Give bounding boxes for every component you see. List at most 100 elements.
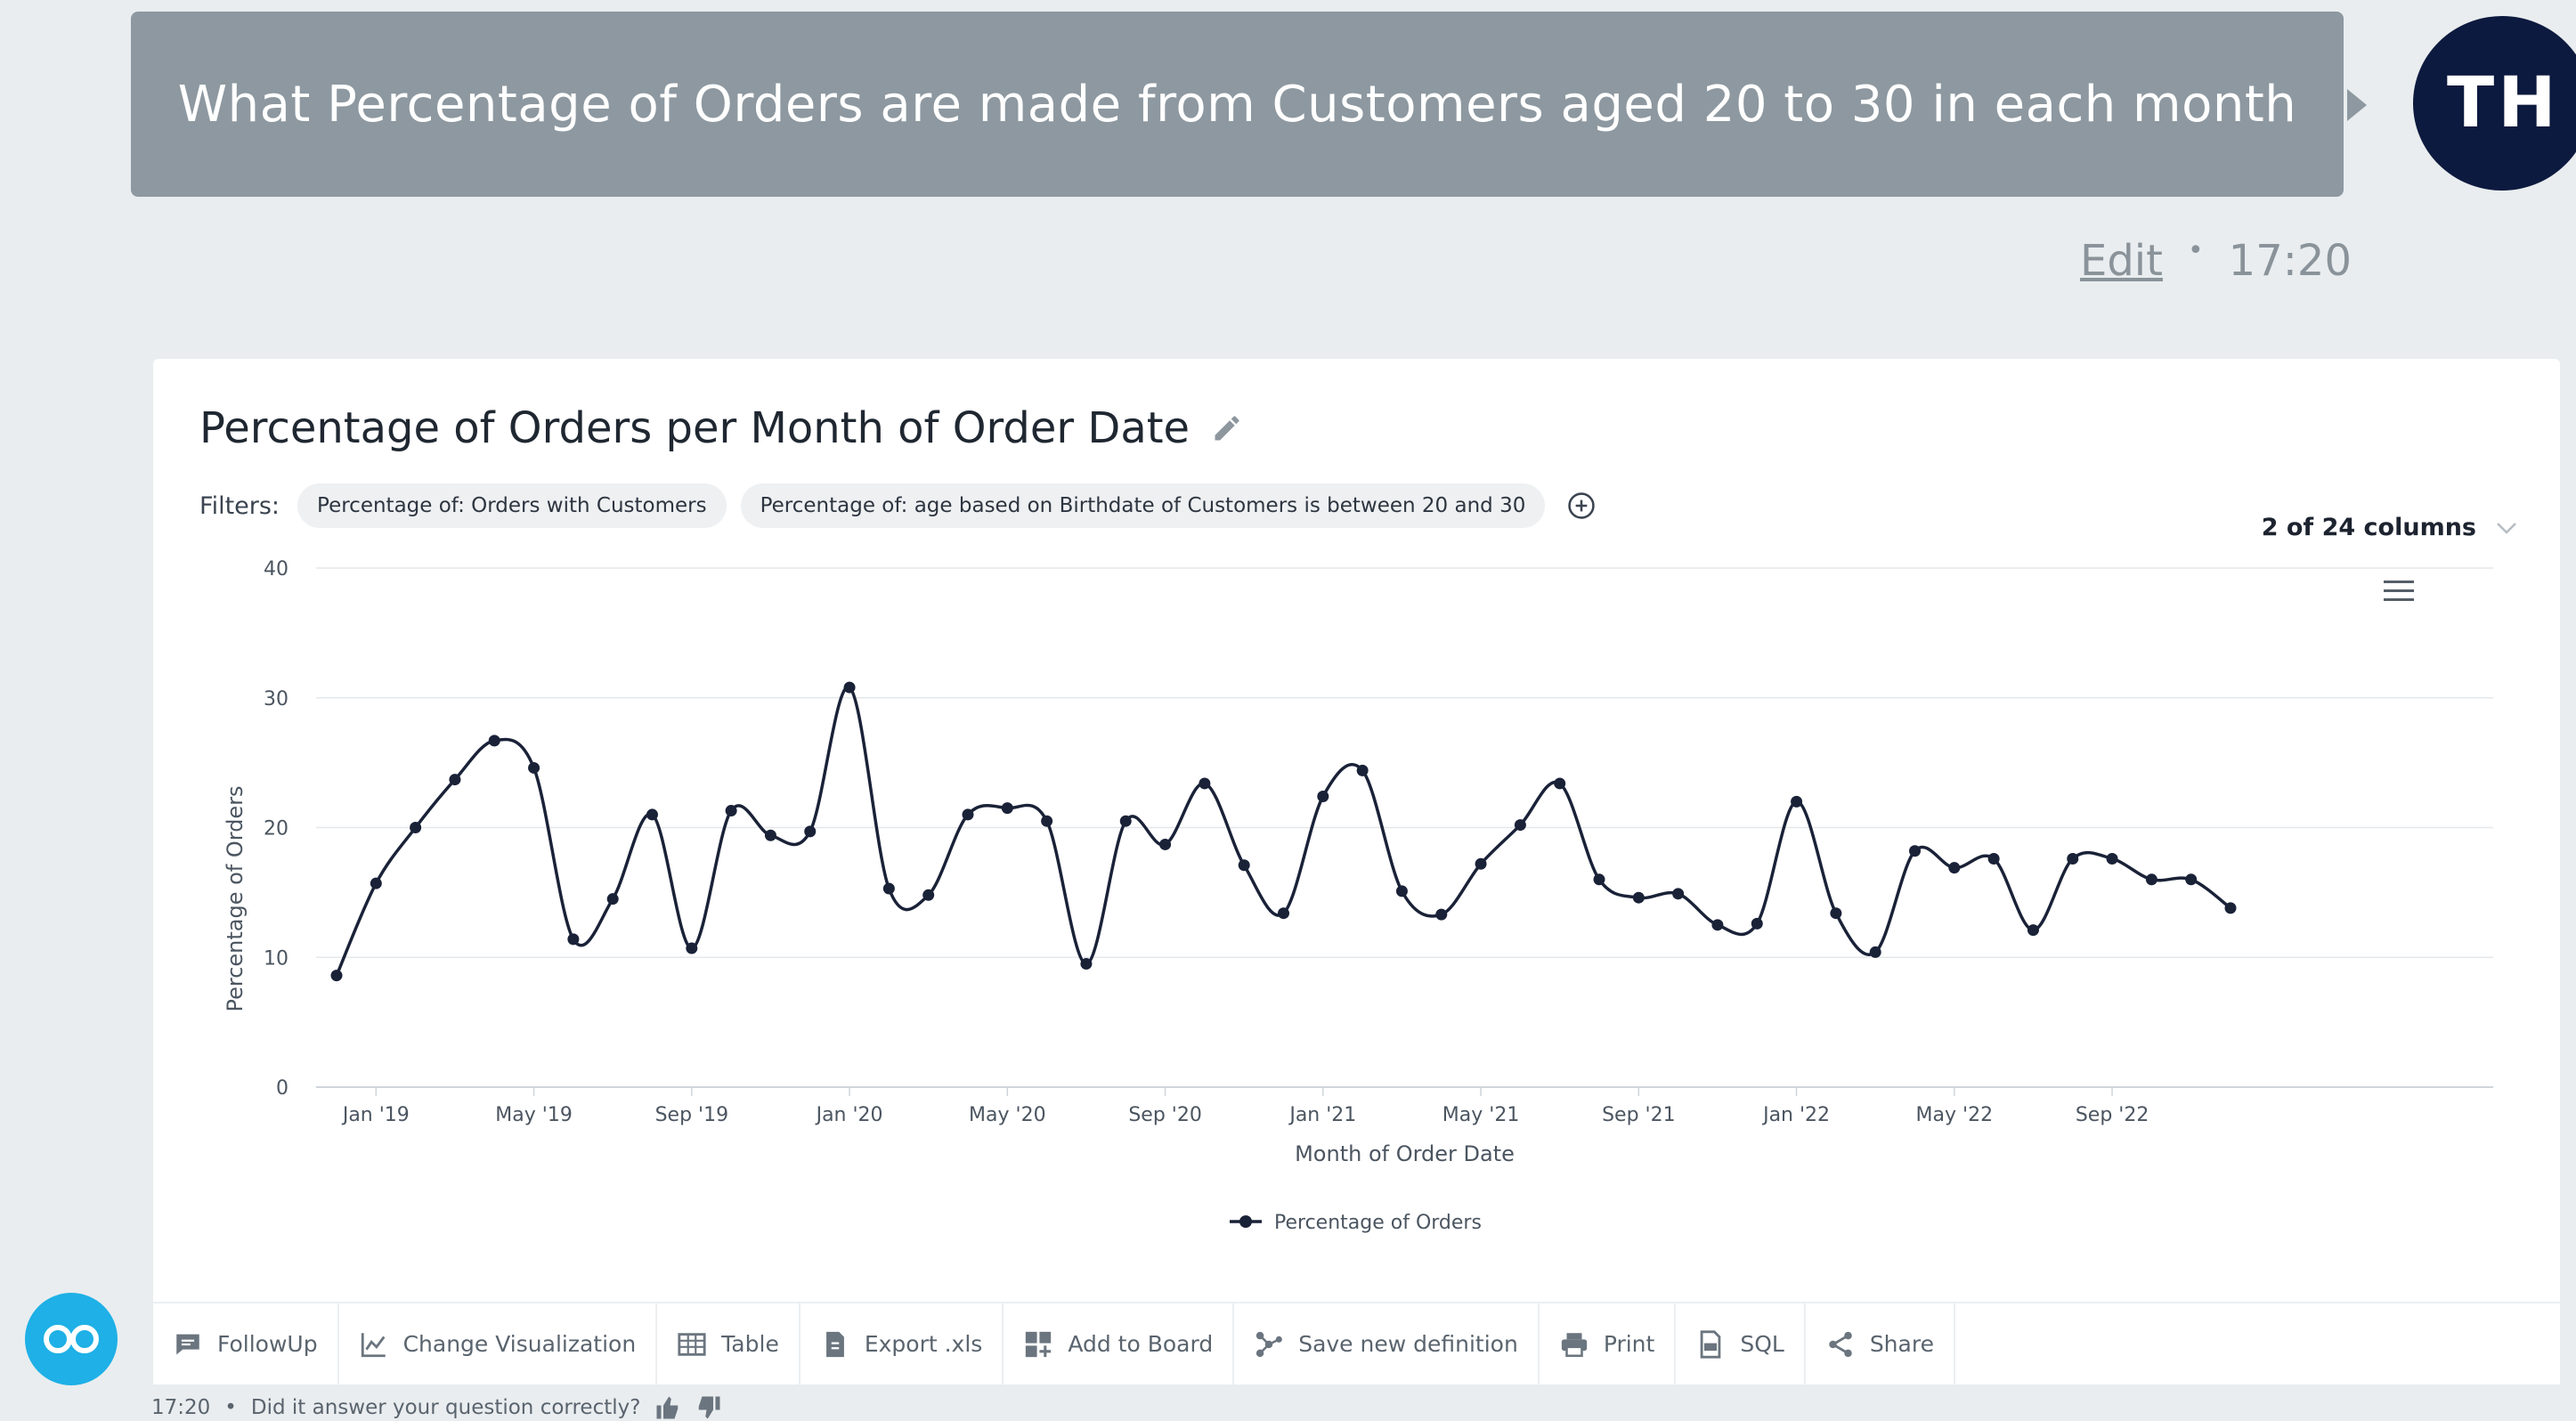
data-point bbox=[764, 829, 776, 841]
data-point bbox=[1711, 919, 1724, 931]
data-point bbox=[1238, 859, 1250, 872]
filter-chip[interactable]: Percentage of: Orders with Customers bbox=[297, 483, 727, 528]
x-tick-label: Sep '21 bbox=[1602, 1104, 1676, 1126]
message-meta: Edit • 17:20 bbox=[2080, 230, 2352, 292]
data-point bbox=[646, 808, 658, 821]
pencil-icon[interactable] bbox=[1211, 412, 1243, 444]
data-point bbox=[1317, 791, 1329, 803]
x-tick-label: May '22 bbox=[1916, 1104, 1994, 1126]
data-point bbox=[1830, 907, 1842, 920]
data-point bbox=[1514, 819, 1526, 832]
filters-label: Filters: bbox=[199, 491, 280, 520]
question-text: What Percentage of Orders are made from … bbox=[177, 75, 2297, 134]
share-label: Share bbox=[1869, 1331, 1934, 1357]
x-tick-label: May '19 bbox=[495, 1104, 573, 1126]
y-tick-label: 20 bbox=[264, 818, 288, 840]
feedback-footer: 17:20 • Did it answer your question corr… bbox=[151, 1394, 722, 1421]
y-tick-label: 0 bbox=[276, 1077, 288, 1100]
sql-button[interactable]: SQL bbox=[1676, 1303, 1806, 1384]
data-point bbox=[488, 735, 500, 747]
result-card: 0 10 20 30 40 Jan '19 May '19 Sep '19 Jan '20 May… bbox=[153, 359, 2560, 1383]
data-point bbox=[370, 877, 382, 889]
data-point bbox=[1475, 857, 1487, 870]
thumbs-down-icon[interactable] bbox=[695, 1394, 722, 1421]
save-new-definition-button[interactable]: Save new definition bbox=[1234, 1303, 1540, 1384]
edit-link[interactable]: Edit bbox=[2080, 236, 2163, 286]
add-filter-icon[interactable] bbox=[1566, 491, 1597, 521]
change-visualization-button[interactable]: Change Visualization bbox=[339, 1303, 658, 1384]
data-point bbox=[1869, 946, 1881, 958]
data-point bbox=[804, 825, 817, 838]
chevron-down-icon bbox=[2497, 522, 2516, 534]
data-point bbox=[606, 893, 619, 905]
table-label: Table bbox=[721, 1331, 779, 1357]
data-point bbox=[449, 774, 461, 786]
x-axis-title: Month of Order Date bbox=[1295, 1141, 1515, 1166]
followup-button[interactable]: FollowUp bbox=[153, 1303, 339, 1384]
columns-dropdown[interactable]: 2 of 24 columns bbox=[2262, 514, 2517, 541]
filter-chip[interactable]: Percentage of: age based on Birthdate of… bbox=[740, 483, 1546, 528]
avatar[interactable]: TH bbox=[2413, 16, 2576, 191]
table-button[interactable]: Table bbox=[657, 1303, 800, 1384]
separator-dot: • bbox=[2187, 234, 2204, 266]
data-point bbox=[2185, 873, 2198, 886]
data-point bbox=[1199, 777, 1211, 790]
data-point bbox=[2224, 902, 2237, 914]
data-point bbox=[686, 942, 698, 954]
data-point bbox=[2145, 873, 2158, 886]
y-axis-title: Percentage of Orders bbox=[223, 785, 248, 1011]
footer-dot: • bbox=[224, 1396, 237, 1419]
x-tick-label: Sep '22 bbox=[2076, 1104, 2149, 1126]
chart-icon bbox=[361, 1332, 386, 1357]
add-to-board-label: Add to Board bbox=[1068, 1331, 1214, 1357]
x-tick-label: May '20 bbox=[969, 1104, 1046, 1126]
data-point bbox=[1751, 917, 1763, 930]
data-point bbox=[528, 761, 540, 774]
data-point bbox=[410, 822, 422, 833]
share-button[interactable]: Share bbox=[1806, 1303, 1955, 1384]
legend-marker bbox=[1239, 1215, 1252, 1228]
bubble-tail bbox=[2347, 89, 2367, 121]
print-button[interactable]: Print bbox=[1540, 1303, 1677, 1384]
x-tick-label: Jan '22 bbox=[1761, 1104, 1830, 1126]
data-point bbox=[1278, 907, 1289, 920]
data-point bbox=[1672, 888, 1685, 900]
infinity-logo-icon bbox=[44, 1325, 99, 1353]
data-point bbox=[725, 805, 737, 817]
data-point bbox=[1159, 838, 1172, 850]
data-point bbox=[1395, 885, 1408, 897]
x-tick-label: Jan '20 bbox=[815, 1104, 883, 1126]
data-point bbox=[330, 970, 343, 982]
change-visualization-label: Change Visualization bbox=[402, 1331, 637, 1357]
data-point bbox=[1119, 815, 1132, 827]
x-tick-label: Sep '20 bbox=[1128, 1104, 1202, 1126]
add-to-board-button[interactable]: Add to Board bbox=[1004, 1303, 1235, 1384]
followup-label: FollowUp bbox=[217, 1331, 318, 1357]
save-definition-icon bbox=[1256, 1331, 1283, 1357]
thumbs-up-icon[interactable] bbox=[654, 1394, 681, 1421]
data-point bbox=[1948, 862, 1961, 874]
filters-row: Filters: Percentage of: Orders with Cust… bbox=[199, 483, 1597, 528]
footer-time: 17:20 bbox=[151, 1396, 211, 1419]
export-xls-button[interactable]: Export .xls bbox=[800, 1303, 1004, 1384]
followup-icon bbox=[176, 1334, 199, 1354]
data-point bbox=[1554, 777, 1566, 790]
y-tick-label: 40 bbox=[264, 558, 288, 581]
chart-menu-icon[interactable] bbox=[2384, 580, 2414, 603]
sql-label: SQL bbox=[1740, 1331, 1784, 1357]
data-point bbox=[1593, 873, 1605, 886]
data-point bbox=[2106, 852, 2118, 865]
data-point bbox=[922, 889, 935, 901]
feedback-question: Did it answer your question correctly? bbox=[250, 1396, 641, 1419]
data-point bbox=[1987, 852, 2000, 865]
print-label: Print bbox=[1603, 1331, 1655, 1357]
chart-title-row: Percentage of Orders per Month of Order … bbox=[199, 403, 1243, 453]
data-point bbox=[1356, 764, 1369, 776]
share-icon bbox=[1829, 1331, 1852, 1357]
series-line bbox=[335, 686, 2232, 977]
chart-title: Percentage of Orders per Month of Order … bbox=[199, 403, 1190, 453]
legend-label: Percentage of Orders bbox=[1274, 1212, 1482, 1234]
app-logo[interactable] bbox=[25, 1293, 118, 1385]
message-time: 17:20 bbox=[2228, 236, 2352, 286]
question-bubble: What Percentage of Orders are made from … bbox=[131, 12, 2344, 197]
